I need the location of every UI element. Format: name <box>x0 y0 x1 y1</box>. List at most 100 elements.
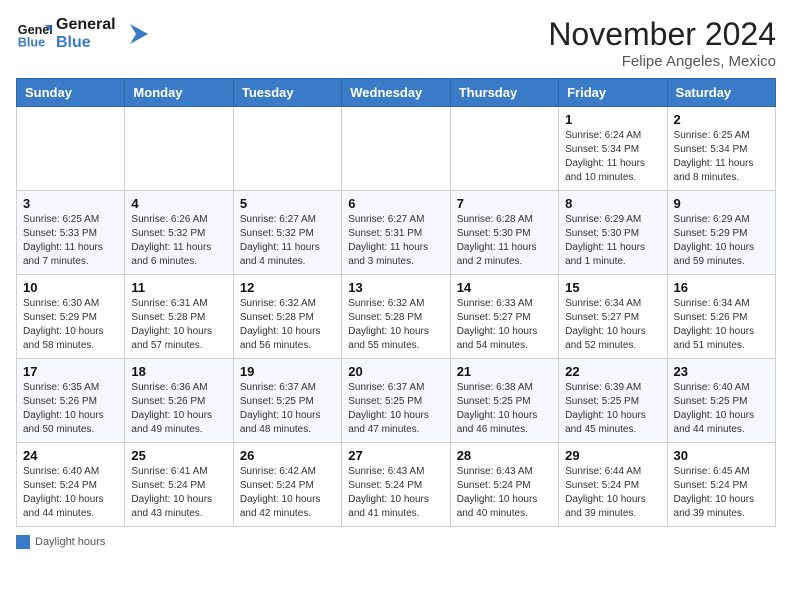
day-info: Sunrise: 6:29 AM Sunset: 5:29 PM Dayligh… <box>674 213 769 269</box>
calendar-week-row: 17Sunrise: 6:35 AM Sunset: 5:26 PM Dayli… <box>17 359 776 443</box>
calendar-cell: 10 Sunrise: 6:30 AM Sunset: 5:29 PM Dayli… <box>17 275 125 359</box>
day-info: Sunrise: 6:25 AM Sunset: 5:34 PM Dayligh… <box>674 129 769 185</box>
day-info: Sunrise: 6:33 AM Sunset: 5:27 PM Dayligh… <box>457 297 552 353</box>
title-block: November 2024 Felipe Angeles, Mexico <box>548 16 776 70</box>
day-number: 2 <box>674 112 769 127</box>
calendar-cell <box>17 107 125 191</box>
day-number: 11 <box>131 280 226 295</box>
day-number: 1 <box>565 112 660 127</box>
day-info: Sunrise: 6:43 AM Sunset: 5:24 PM Dayligh… <box>348 465 443 521</box>
month-title: November 2024 <box>548 16 776 53</box>
day-number: 30 <box>674 448 769 463</box>
day-info: Sunrise: 6:37 AM Sunset: 5:25 PM Dayligh… <box>348 381 443 437</box>
day-number: 7 <box>457 196 552 211</box>
day-number: 21 <box>457 364 552 379</box>
day-info: Sunrise: 6:38 AM Sunset: 5:25 PM Dayligh… <box>457 381 552 437</box>
day-number: 29 <box>565 448 660 463</box>
calendar-cell <box>342 107 450 191</box>
day-number: 27 <box>348 448 443 463</box>
page-header: General Blue General Blue November 2024 … <box>16 16 776 70</box>
weekday-header: Monday <box>125 79 233 107</box>
day-info: Sunrise: 6:27 AM Sunset: 5:32 PM Dayligh… <box>240 213 335 269</box>
day-info: Sunrise: 6:44 AM Sunset: 5:24 PM Dayligh… <box>565 465 660 521</box>
day-number: 16 <box>674 280 769 295</box>
calendar-cell: 12 Sunrise: 6:32 AM Sunset: 5:28 PM Dayli… <box>233 275 341 359</box>
calendar-cell: 16 Sunrise: 6:34 AM Sunset: 5:26 PM Dayli… <box>667 275 775 359</box>
calendar-cell: 8Sunrise: 6:29 AM Sunset: 5:30 PM Daylig… <box>559 191 667 275</box>
day-number: 3 <box>23 196 118 211</box>
logo-icon: General Blue <box>16 16 52 52</box>
calendar-cell: 24Sunrise: 6:40 AM Sunset: 5:24 PM Dayli… <box>17 443 125 527</box>
day-info: Sunrise: 6:43 AM Sunset: 5:24 PM Dayligh… <box>457 465 552 521</box>
calendar-cell: 19 Sunrise: 6:37 AM Sunset: 5:25 PM Dayli… <box>233 359 341 443</box>
day-number: 5 <box>240 196 335 211</box>
weekday-header: Saturday <box>667 79 775 107</box>
day-number: 19 <box>240 364 335 379</box>
day-info: Sunrise: 6:34 AM Sunset: 5:27 PM Dayligh… <box>565 297 660 353</box>
day-info: Sunrise: 6:36 AM Sunset: 5:26 PM Dayligh… <box>131 381 226 437</box>
calendar-cell: 7Sunrise: 6:28 AM Sunset: 5:30 PM Daylig… <box>450 191 558 275</box>
calendar-cell: 17Sunrise: 6:35 AM Sunset: 5:26 PM Dayli… <box>17 359 125 443</box>
day-number: 8 <box>565 196 660 211</box>
day-number: 17 <box>23 364 118 379</box>
day-number: 28 <box>457 448 552 463</box>
calendar-cell: 1 Sunrise: 6:24 AM Sunset: 5:34 PM Daylig… <box>559 107 667 191</box>
calendar-cell: 11 Sunrise: 6:31 AM Sunset: 5:28 PM Dayli… <box>125 275 233 359</box>
day-info: Sunrise: 6:30 AM Sunset: 5:29 PM Dayligh… <box>23 297 118 353</box>
day-number: 18 <box>131 364 226 379</box>
calendar-cell: 20 Sunrise: 6:37 AM Sunset: 5:25 PM Dayli… <box>342 359 450 443</box>
calendar-cell: 14 Sunrise: 6:33 AM Sunset: 5:27 PM Dayli… <box>450 275 558 359</box>
day-number: 9 <box>674 196 769 211</box>
logo-arrow-icon <box>120 20 148 48</box>
day-info: Sunrise: 6:37 AM Sunset: 5:25 PM Dayligh… <box>240 381 335 437</box>
calendar-header: SundayMondayTuesdayWednesdayThursdayFrid… <box>17 79 776 107</box>
calendar-cell: 30Sunrise: 6:45 AM Sunset: 5:24 PM Dayli… <box>667 443 775 527</box>
calendar-cell: 26Sunrise: 6:42 AM Sunset: 5:24 PM Dayli… <box>233 443 341 527</box>
calendar-cell: 29 Sunrise: 6:44 AM Sunset: 5:24 PM Dayli… <box>559 443 667 527</box>
logo-blue: Blue <box>56 34 116 52</box>
day-info: Sunrise: 6:31 AM Sunset: 5:28 PM Dayligh… <box>131 297 226 353</box>
day-info: Sunrise: 6:32 AM Sunset: 5:28 PM Dayligh… <box>240 297 335 353</box>
day-info: Sunrise: 6:34 AM Sunset: 5:26 PM Dayligh… <box>674 297 769 353</box>
calendar-cell: 18 Sunrise: 6:36 AM Sunset: 5:26 PM Dayli… <box>125 359 233 443</box>
calendar-cell: 4Sunrise: 6:26 AM Sunset: 5:32 PM Daylig… <box>125 191 233 275</box>
calendar-cell: 21 Sunrise: 6:38 AM Sunset: 5:25 PM Dayli… <box>450 359 558 443</box>
calendar-body: 1 Sunrise: 6:24 AM Sunset: 5:34 PM Daylig… <box>17 107 776 527</box>
day-number: 20 <box>348 364 443 379</box>
day-number: 15 <box>565 280 660 295</box>
calendar-cell: 3 Sunrise: 6:25 AM Sunset: 5:33 PM Daylig… <box>17 191 125 275</box>
location: Felipe Angeles, Mexico <box>548 53 776 70</box>
calendar-cell: 6 Sunrise: 6:27 AM Sunset: 5:31 PM Daylig… <box>342 191 450 275</box>
day-number: 12 <box>240 280 335 295</box>
daylight-label: Daylight hours <box>35 536 105 548</box>
day-info: Sunrise: 6:26 AM Sunset: 5:32 PM Dayligh… <box>131 213 226 269</box>
day-number: 10 <box>23 280 118 295</box>
day-number: 26 <box>240 448 335 463</box>
day-info: Sunrise: 6:25 AM Sunset: 5:33 PM Dayligh… <box>23 213 118 269</box>
day-number: 13 <box>348 280 443 295</box>
weekday-header: Wednesday <box>342 79 450 107</box>
logo: General Blue General Blue <box>16 16 148 52</box>
calendar-cell: 9 Sunrise: 6:29 AM Sunset: 5:29 PM Daylig… <box>667 191 775 275</box>
day-number: 22 <box>565 364 660 379</box>
weekday-header: Thursday <box>450 79 558 107</box>
calendar-week-row: 1 Sunrise: 6:24 AM Sunset: 5:34 PM Daylig… <box>17 107 776 191</box>
day-info: Sunrise: 6:40 AM Sunset: 5:25 PM Dayligh… <box>674 381 769 437</box>
logo-general: General <box>56 16 116 34</box>
day-number: 6 <box>348 196 443 211</box>
weekday-header: Tuesday <box>233 79 341 107</box>
calendar-cell: 25 Sunrise: 6:41 AM Sunset: 5:24 PM Dayli… <box>125 443 233 527</box>
weekday-header: Sunday <box>17 79 125 107</box>
calendar-cell: 27 Sunrise: 6:43 AM Sunset: 5:24 PM Dayli… <box>342 443 450 527</box>
day-info: Sunrise: 6:41 AM Sunset: 5:24 PM Dayligh… <box>131 465 226 521</box>
day-number: 14 <box>457 280 552 295</box>
day-number: 25 <box>131 448 226 463</box>
calendar-cell: 23Sunrise: 6:40 AM Sunset: 5:25 PM Dayli… <box>667 359 775 443</box>
calendar-cell: 22Sunrise: 6:39 AM Sunset: 5:25 PM Dayli… <box>559 359 667 443</box>
weekday-row: SundayMondayTuesdayWednesdayThursdayFrid… <box>17 79 776 107</box>
day-info: Sunrise: 6:24 AM Sunset: 5:34 PM Dayligh… <box>565 129 660 185</box>
day-number: 24 <box>23 448 118 463</box>
day-info: Sunrise: 6:27 AM Sunset: 5:31 PM Dayligh… <box>348 213 443 269</box>
calendar-cell: 5 Sunrise: 6:27 AM Sunset: 5:32 PM Daylig… <box>233 191 341 275</box>
calendar-cell <box>450 107 558 191</box>
